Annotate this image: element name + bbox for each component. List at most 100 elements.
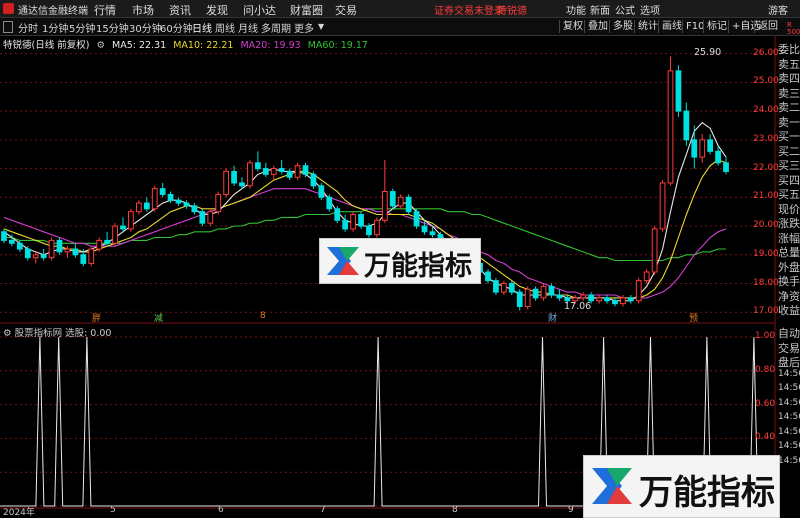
period-1min[interactable]: 1分钟 [42, 20, 68, 35]
menu-news[interactable]: 资讯 [169, 2, 191, 18]
indicator-legend-text: 股票指标网 选股: 0.00 [14, 328, 112, 339]
candle-body [286, 170, 293, 178]
menu-options[interactable]: 选项 [640, 2, 660, 17]
candle-body [80, 254, 87, 264]
adjust-button[interactable]: 复权 [559, 20, 583, 33]
candle-body [32, 254, 39, 259]
candle-body [294, 165, 301, 178]
menu-trade[interactable]: 交易 [335, 2, 357, 18]
candle-body [374, 219, 380, 236]
candle-body [151, 188, 158, 210]
candle-body [381, 191, 388, 221]
period-monthly[interactable]: 月线 [238, 20, 258, 35]
period-intraday[interactable]: 分时 [18, 20, 38, 35]
candle-body [120, 225, 126, 230]
quote-panel-label: 14:56 [778, 368, 800, 379]
menu-ask[interactable]: 问小达 [243, 2, 276, 18]
stock-title[interactable]: 特锐德(日线 前复权) [3, 40, 89, 51]
candle-body [96, 239, 103, 250]
event-marker[interactable]: 胖 [92, 311, 101, 324]
quote-panel-label: 14:56 [778, 426, 800, 437]
watermark-text: 万能指标 [639, 473, 775, 513]
candle-body [24, 248, 31, 259]
watermark-center: 万能指标 [319, 238, 481, 284]
candle-body [691, 139, 698, 158]
period-30min[interactable]: 30分钟 [129, 20, 162, 35]
login-status[interactable]: 证券交易未登录 [434, 2, 504, 17]
app-title: 通达信金融终端 [18, 6, 88, 17]
candle-body [635, 280, 642, 302]
period-5min[interactable]: 5分钟 [69, 20, 95, 35]
event-marker[interactable]: 8 [260, 311, 266, 321]
candle-body [1, 231, 7, 241]
quote-panel-label: 14:56 [778, 397, 800, 408]
multi-stock-button[interactable]: 多股 [609, 20, 633, 33]
menu-market[interactable]: 行情 [94, 2, 116, 18]
mark-button[interactable]: 标记 [703, 20, 727, 33]
f10-button[interactable]: F10 [682, 20, 704, 33]
indicator-settings-icon[interactable]: ⚙ [3, 328, 12, 339]
period-weekly[interactable]: 周线 [215, 20, 235, 35]
candle-body [48, 239, 55, 259]
candle-body [302, 165, 309, 175]
menu-formula[interactable]: 公式 [615, 2, 635, 17]
price-tick: 19.00 [753, 248, 779, 259]
time-label: 5 [110, 505, 116, 515]
menu-markets[interactable]: 市场 [132, 2, 154, 18]
low-price-label: 17.06 [564, 301, 592, 312]
candle-body [199, 211, 206, 224]
watermark-logo-icon [592, 468, 632, 504]
panel-toggle-icon[interactable] [3, 21, 13, 33]
watermark-corner: 万能指标 [583, 455, 780, 518]
overlay-button[interactable]: 叠加 [584, 20, 608, 33]
candle-body [9, 239, 15, 244]
period-more[interactable]: 更多 [294, 20, 314, 35]
candle-body [16, 242, 23, 250]
candle-body [342, 219, 349, 230]
guest-label[interactable]: 游客 [768, 2, 788, 17]
candle-body [723, 162, 729, 172]
settings-icon[interactable]: ⚙ [96, 40, 105, 51]
period-60min[interactable]: 60分钟 [160, 20, 193, 35]
candle-body [334, 208, 341, 221]
period-daily[interactable]: 日线 [192, 20, 212, 35]
event-marker[interactable]: 财 [548, 311, 557, 324]
app-logo-icon [3, 3, 14, 14]
menu-functions[interactable]: 功能 [566, 2, 586, 17]
menu-discover[interactable]: 发现 [206, 2, 228, 18]
price-tick: 23.00 [753, 133, 779, 144]
candle-body [508, 283, 515, 293]
candle-body [40, 254, 47, 259]
candle-body [627, 297, 634, 302]
candle-body [207, 211, 214, 224]
candle-body [64, 248, 71, 253]
candle-body [318, 185, 325, 198]
candle-body [707, 139, 714, 152]
event-marker[interactable]: 减 [154, 311, 163, 324]
menu-new-page[interactable]: 新面 [590, 2, 610, 17]
price-tick: 17.00 [753, 306, 779, 317]
candle-body [548, 285, 555, 296]
period-multi[interactable]: 多周期 [261, 20, 291, 35]
indicator-legend: ⚙ 股票指标网 选股: 0.00 [3, 325, 111, 339]
menu-wealth[interactable]: 财富圈 [290, 2, 323, 18]
indicator-tick: 0.40 [755, 432, 776, 443]
user-badge[interactable]: 特锐德 [497, 2, 527, 17]
indicator-tick: 1.00 [755, 331, 776, 341]
candle-body [366, 225, 372, 236]
watermark-text: 万能指标 [364, 251, 472, 282]
period-more-chevron-icon[interactable]: ▼ [318, 22, 324, 31]
event-marker[interactable]: 预 [689, 311, 698, 324]
candle-body [135, 202, 142, 213]
candle-body [278, 168, 285, 172]
stats-button[interactable]: 统计 [634, 20, 658, 33]
candle-body [715, 150, 721, 164]
candle-body [247, 162, 253, 187]
draw-line-button[interactable]: 画线 [658, 20, 682, 33]
back-button[interactable]: 返回 [754, 20, 778, 33]
price-tick: 18.00 [753, 277, 779, 288]
candle-body [405, 196, 412, 213]
period-15min[interactable]: 15分钟 [96, 20, 129, 35]
indicator-tick: 0.80 [755, 364, 776, 375]
quote-panel-label: 14:56 [778, 412, 800, 422]
